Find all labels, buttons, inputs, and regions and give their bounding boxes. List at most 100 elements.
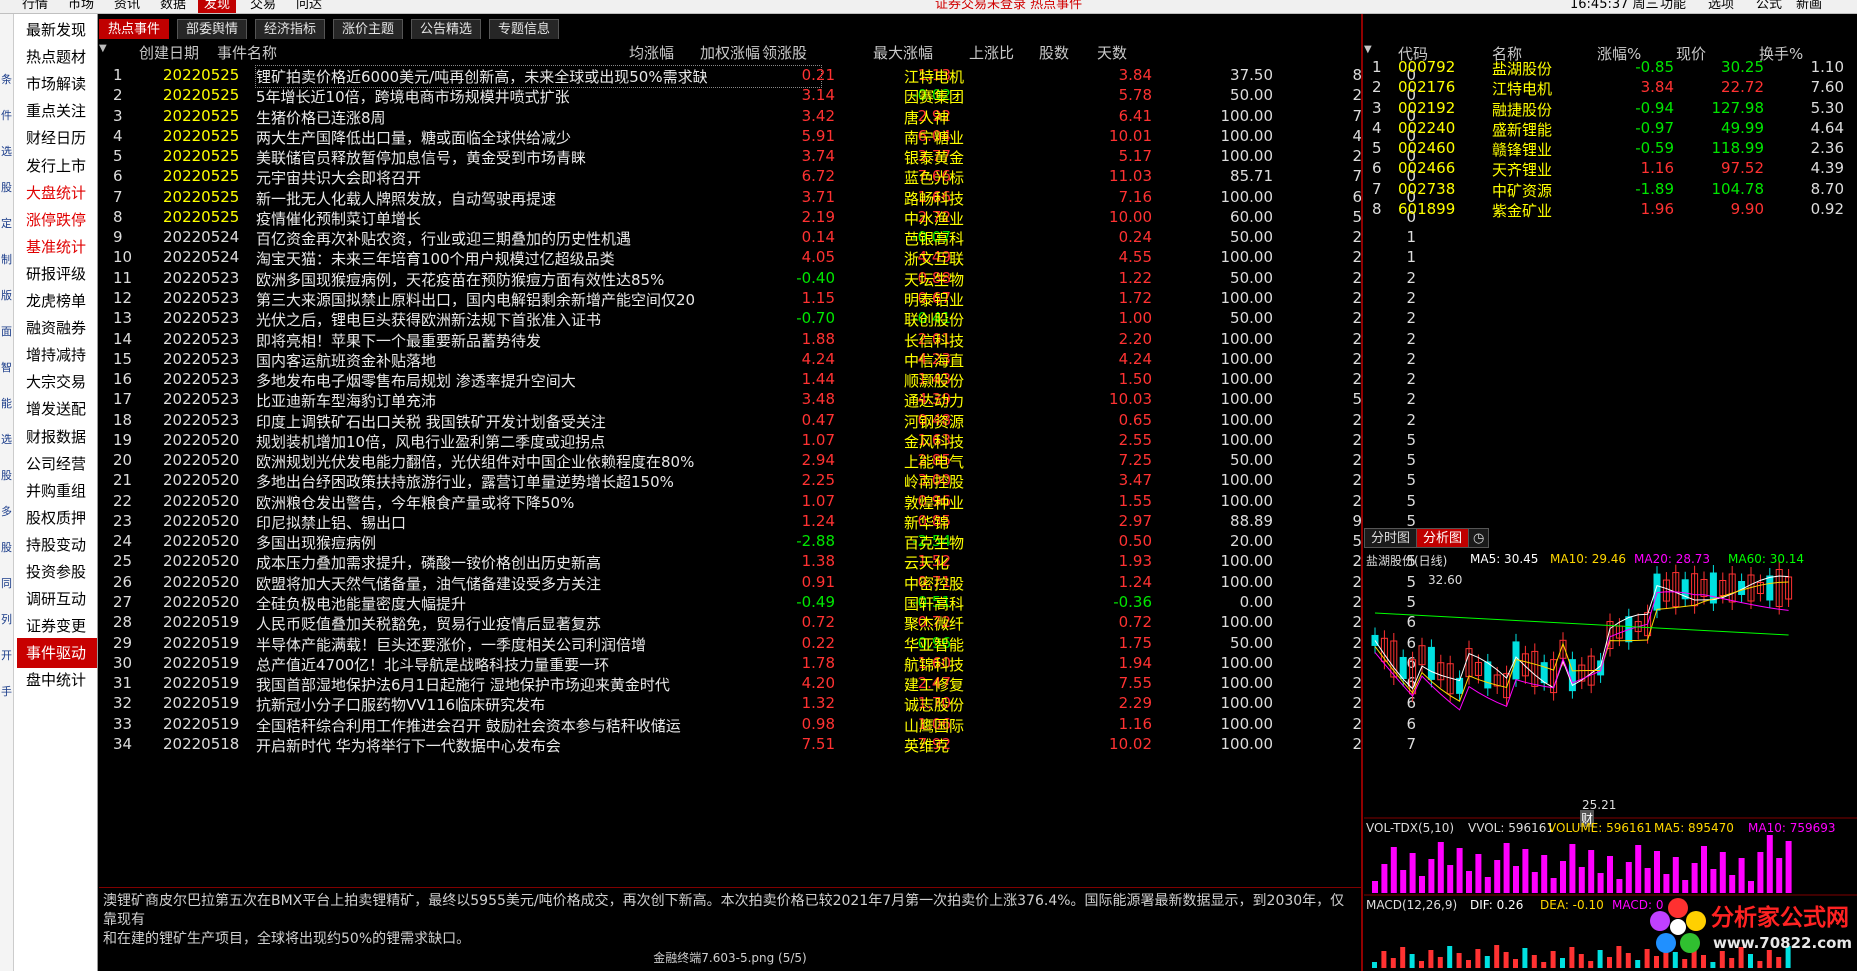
menu-item-trade[interactable]: 交易 (250, 0, 276, 13)
col-header-weighted[interactable]: 加权涨幅 (700, 42, 760, 63)
col-header-max[interactable]: 最大涨幅 (873, 42, 933, 63)
sort-down-icon[interactable]: ▼ (99, 43, 107, 54)
menu-item-news[interactable]: 资讯 (114, 0, 140, 13)
menu-item-formula[interactable]: 公式 (1756, 0, 1782, 13)
tab-analysis[interactable]: 分析图 (1416, 528, 1470, 548)
row-date: 20220520 (163, 430, 240, 449)
panel-divider[interactable] (1361, 14, 1363, 971)
macd-bar (1447, 946, 1453, 968)
tab-hot-events[interactable]: 热点事件 (99, 19, 170, 39)
nav-item[interactable]: 大宗交易 (17, 367, 97, 397)
col-header-date[interactable]: 创建日期 (139, 42, 199, 63)
tab-intraday[interactable]: 分时图 (1364, 528, 1418, 548)
row-avg-change: 1.07 (801, 491, 835, 510)
volume-bar (1654, 851, 1660, 893)
menu-item-bazaar[interactable]: 市场 (68, 0, 94, 13)
stock-row[interactable]: 8 601899 紫金矿业 1.96 9.90 0.92 (1364, 197, 1857, 221)
menu-item-function[interactable]: 功能 (1660, 0, 1686, 13)
row-avg-change: 1.44 (801, 370, 835, 389)
row-index: 23 (113, 511, 133, 530)
nav-item[interactable]: 龙虎榜单 (17, 286, 97, 316)
row-index: 28 (113, 613, 133, 632)
nav-item[interactable]: 并购重组 (17, 476, 97, 506)
volume-bar (1776, 858, 1783, 893)
nav-item[interactable]: 投资参股 (17, 557, 97, 587)
nav-item[interactable]: 增持减持 (17, 340, 97, 370)
nav-item[interactable]: 事件驱动 (17, 638, 97, 669)
menu-item-ask[interactable]: 问达 (296, 0, 322, 13)
menu-item-new-draw[interactable]: 新画 (1796, 0, 1822, 13)
nav-item[interactable]: 基准统计 (17, 232, 97, 262)
tab-announcements[interactable]: 公告精选 (411, 19, 482, 39)
volume-bar (1701, 846, 1707, 893)
stock-index: 6 (1372, 159, 1382, 178)
nav-item[interactable]: 增发送配 (17, 394, 97, 424)
clock-icon[interactable]: ◷ (1468, 528, 1490, 548)
nav-item[interactable]: 发行上市 (17, 151, 97, 181)
row-index: 30 (113, 653, 133, 672)
nav-item[interactable]: 热点题材 (17, 42, 97, 72)
volume-bar (1447, 865, 1454, 893)
table-row[interactable]: 34 20220518 开启新时代 华为将举行下一代数据中心发布会 7.51 7.92 英… (99, 732, 1416, 756)
row-up-ratio: 100.00 (1220, 288, 1274, 307)
tab-ministry-sentiment[interactable]: 部委舆情 (177, 19, 248, 39)
vertical-tab-strip[interactable]: 条件选股定制版面智能选股多股同列开手 (0, 14, 14, 971)
nav-item[interactable]: 持股变动 (17, 530, 97, 560)
nav-item[interactable]: 公司经营 (17, 449, 97, 479)
menu-item-discover[interactable]: 发现 (198, 0, 237, 13)
nav-item[interactable]: 调研互动 (17, 584, 97, 614)
col-header-name[interactable]: 事件名称 (217, 42, 277, 63)
stock-turnover: 8.70 (1810, 179, 1844, 198)
row-date: 20220520 (163, 532, 240, 551)
row-index: 21 (113, 471, 133, 490)
stock-change: 1.96 (1640, 199, 1674, 218)
nav-item[interactable]: 股权质押 (17, 503, 97, 533)
stock-index: 4 (1372, 118, 1382, 137)
tab-special-topics[interactable]: 专题信息 (489, 19, 560, 39)
row-avg-change: 1.38 (801, 552, 835, 571)
nav-item[interactable]: 财经日历 (17, 123, 97, 153)
sort-down-icon[interactable]: ▼ (1364, 44, 1372, 55)
ma-line (1374, 612, 1789, 636)
nav-item[interactable]: 重点关注 (17, 96, 97, 126)
flower-logo-icon (1650, 898, 1706, 953)
row-index: 16 (113, 370, 133, 389)
nav-item[interactable]: 市场解读 (17, 69, 97, 99)
col-header-leader[interactable]: 领涨股 (762, 42, 807, 63)
row-up-ratio: 50.00 (1230, 451, 1273, 470)
row-avg-change: 3.48 (801, 390, 835, 409)
row-date: 20220523 (163, 349, 240, 368)
stock-change: -1.89 (1635, 179, 1674, 198)
macd-bar (1475, 949, 1481, 968)
nav-item[interactable]: 盘中统计 (17, 665, 97, 695)
tab-price-rise-themes[interactable]: 涨价主题 (333, 19, 404, 39)
row-date: 20220520 (163, 593, 240, 612)
nav-item[interactable]: 融资融券 (17, 313, 97, 343)
candle-body (1399, 656, 1407, 679)
col-header-count[interactable]: 股数 (1039, 42, 1069, 63)
nav-item[interactable]: 证券变更 (17, 611, 97, 641)
macd-bar (1607, 957, 1612, 968)
nav-item[interactable]: 最新发现 (17, 15, 97, 45)
row-up-ratio: 100.00 (1220, 106, 1274, 125)
col-header-days[interactable]: 天数 (1097, 42, 1127, 63)
tab-economic-indicators[interactable]: 经济指标 (255, 19, 326, 39)
nav-item[interactable]: 财报数据 (17, 422, 97, 452)
col-header-ratio[interactable]: 上涨比 (969, 42, 1014, 63)
row-max-change: 1.22 (1118, 268, 1152, 287)
col-header-avg[interactable]: 均涨幅 (629, 42, 674, 63)
nav-item[interactable]: 涨停跌停 (17, 205, 97, 235)
menu-item-options[interactable]: 选项 (1708, 0, 1734, 13)
menu-item-data[interactable]: 数据 (160, 0, 186, 13)
nav-item[interactable]: 研报评级 (17, 259, 97, 289)
strip-char: 开 (1, 649, 12, 662)
nav-item[interactable]: 大盘统计 (17, 178, 97, 208)
row-up-ratio: 100.00 (1220, 147, 1274, 166)
row-up-ratio: 0.00 (1239, 593, 1273, 612)
volume-bar (1390, 847, 1397, 893)
macd-bar (1503, 952, 1509, 968)
row-index: 29 (113, 633, 133, 652)
candle-body (1427, 646, 1435, 680)
macd-bar (1484, 956, 1490, 968)
menu-item-market[interactable]: 行情 (22, 0, 48, 13)
